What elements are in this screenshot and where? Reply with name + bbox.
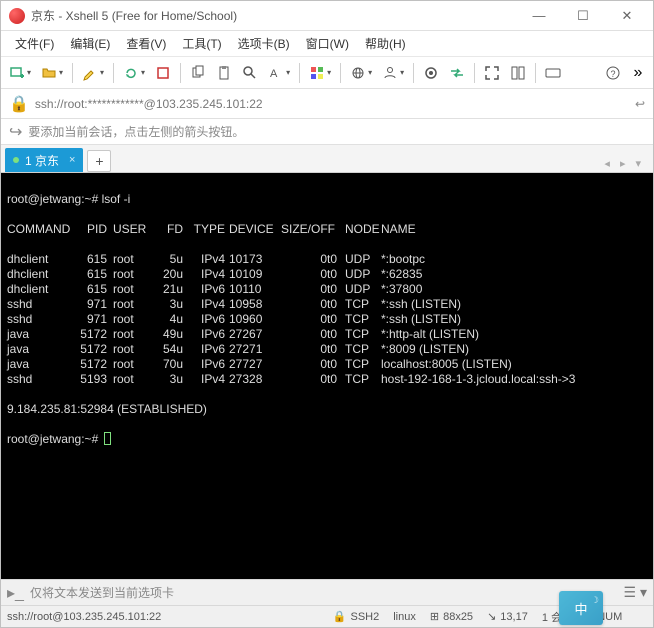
reconnect-button[interactable] xyxy=(119,61,149,85)
lsof-wrap-line: 9.184.235.81:52984 (ESTABLISHED) xyxy=(7,402,647,417)
new-session-button[interactable] xyxy=(5,61,35,85)
encoding-button[interactable] xyxy=(346,61,376,85)
hint-text: 要添加当前会话，点击左侧的箭头按钮。 xyxy=(28,123,244,140)
address-bar: 🔒 ssh://root:************@103.235.245.10… xyxy=(1,89,653,119)
prompt: root@jetwang:~# xyxy=(7,192,102,207)
cursor-icon xyxy=(104,432,111,445)
menu-help[interactable]: 帮助(H) xyxy=(357,32,414,55)
font-button[interactable]: A xyxy=(264,61,294,85)
window-titlebar: 京东 - Xshell 5 (Free for Home/School) — ☐… xyxy=(1,1,653,31)
lock-icon: 🔒 xyxy=(333,610,347,623)
toolbar-separator xyxy=(340,63,341,83)
menu-tools[interactable]: 工具(T) xyxy=(174,32,229,55)
send-target-button[interactable]: ☰ ▾ xyxy=(624,584,647,601)
lsof-row: dhclient615root5uIPv4101730t0UDP*:bootpc xyxy=(7,252,647,267)
tab-close-icon[interactable]: × xyxy=(69,154,75,166)
tile-button[interactable] xyxy=(506,61,530,85)
fullscreen-button[interactable] xyxy=(480,61,504,85)
toolbar-separator xyxy=(180,63,181,83)
hint-bar: ↪ 要添加当前会话，点击左侧的箭头按钮。 xyxy=(1,119,653,145)
color-scheme-button[interactable] xyxy=(305,61,335,85)
copy-button[interactable] xyxy=(186,61,210,85)
toolbar-separator xyxy=(535,63,536,83)
find-button[interactable] xyxy=(238,61,262,85)
send-text[interactable]: 仅将文本发送到当前选项卡 xyxy=(30,584,618,601)
status-connection: ssh://root@103.235.245.101:22 xyxy=(7,611,161,623)
tab-list-button[interactable]: ▾ xyxy=(631,155,645,172)
lsof-row: java5172root49uIPv6272670t0TCP*:http-alt… xyxy=(7,327,647,342)
toolbar-separator xyxy=(299,63,300,83)
app-icon xyxy=(9,8,25,24)
status-protocol: 🔒SSH2 xyxy=(333,610,379,623)
menu-bar: 文件(F) 编辑(E) 查看(V) 工具(T) 选项卡(B) 窗口(W) 帮助(… xyxy=(1,31,653,57)
highlight-button[interactable] xyxy=(78,61,108,85)
prompt: root@jetwang:~# xyxy=(7,432,102,447)
minimize-button[interactable]: — xyxy=(517,2,561,30)
command-text: lsof -i xyxy=(102,192,131,207)
toolbar: A ? » xyxy=(1,57,653,89)
connected-indicator-icon xyxy=(13,157,19,163)
tab-prev-button[interactable]: ◂ xyxy=(600,155,614,172)
lsof-header: COMMANDPIDUSERFDTYPEDEVICESIZE/OFFNODENA… xyxy=(7,222,647,237)
maximize-button[interactable]: ☐ xyxy=(561,2,605,30)
hint-arrow-icon[interactable]: ↪ xyxy=(9,122,22,142)
help-button[interactable]: ? xyxy=(601,61,625,85)
lsof-row: sshd971root3uIPv4109580t0TCP*:ssh (LISTE… xyxy=(7,297,647,312)
lsof-row: java5172root54uIPv6272710t0TCP*:8009 (LI… xyxy=(7,342,647,357)
tab-label: 1 京东 xyxy=(25,152,59,169)
tab-next-button[interactable]: ▸ xyxy=(616,155,630,172)
lsof-row: dhclient615root21uIPv6101100t0UDP*:37800 xyxy=(7,282,647,297)
paste-button[interactable] xyxy=(212,61,236,85)
status-bar: ssh://root@103.235.245.101:22 🔒SSH2 linu… xyxy=(1,605,653,627)
session-tab[interactable]: 1 京东 × xyxy=(5,148,83,172)
tab-bar: 1 京东 × + ◂ ▸ ▾ xyxy=(1,145,653,173)
moon-icon: ☽ xyxy=(591,595,599,606)
ime-indicator[interactable]: 中☽ xyxy=(559,591,603,625)
send-bar: ▸_ 仅将文本发送到当前选项卡 ☰ ▾ xyxy=(1,579,653,605)
lsof-row: sshd5193root3uIPv4273280t0TCPhost-192-16… xyxy=(7,372,647,387)
toolbar-overflow-button[interactable]: » xyxy=(627,61,649,85)
menu-window[interactable]: 窗口(W) xyxy=(298,32,357,55)
toolbar-separator xyxy=(413,63,414,83)
tab-nav: ◂ ▸ ▾ xyxy=(600,155,649,172)
window-title: 京东 - Xshell 5 (Free for Home/School) xyxy=(31,7,517,24)
toolbar-separator xyxy=(474,63,475,83)
status-size: ⊞88x25 xyxy=(430,610,473,623)
open-session-button[interactable] xyxy=(37,61,67,85)
lsof-row: dhclient615root20uIPv4101090t0UDP*:62835 xyxy=(7,267,647,282)
lsof-row: java5172root70uIPv6277270t0TCPlocalhost:… xyxy=(7,357,647,372)
xftp-button[interactable] xyxy=(419,61,443,85)
status-os: linux xyxy=(393,611,416,623)
go-button[interactable]: ↩ xyxy=(635,97,645,111)
svg-text:A: A xyxy=(270,68,278,80)
status-cursor: ↘13,17 xyxy=(487,610,528,623)
close-button[interactable]: ✕ xyxy=(605,2,649,30)
disconnect-button[interactable] xyxy=(151,61,175,85)
toolbar-separator xyxy=(113,63,114,83)
lsof-row: sshd971root4uIPv6109600t0TCP*:ssh (LISTE… xyxy=(7,312,647,327)
toolbar-separator xyxy=(72,63,73,83)
menu-edit[interactable]: 编辑(E) xyxy=(62,32,118,55)
menu-file[interactable]: 文件(F) xyxy=(7,32,62,55)
grid-icon: ⊞ xyxy=(430,610,439,623)
transfer-button[interactable] xyxy=(445,61,469,85)
menu-view[interactable]: 查看(V) xyxy=(118,32,174,55)
terminal[interactable]: root@jetwang:~# lsof -i COMMANDPIDUSERFD… xyxy=(1,173,653,579)
lock-icon: 🔒 xyxy=(9,94,29,114)
new-tab-button[interactable]: + xyxy=(87,150,111,172)
profile-button[interactable] xyxy=(378,61,408,85)
send-icon[interactable]: ▸_ xyxy=(7,583,24,603)
address-text[interactable]: ssh://root:************@103.235.245.101:… xyxy=(35,97,629,111)
keyboard-button[interactable] xyxy=(541,61,565,85)
menu-tabs[interactable]: 选项卡(B) xyxy=(230,32,298,55)
svg-text:?: ? xyxy=(611,69,616,79)
